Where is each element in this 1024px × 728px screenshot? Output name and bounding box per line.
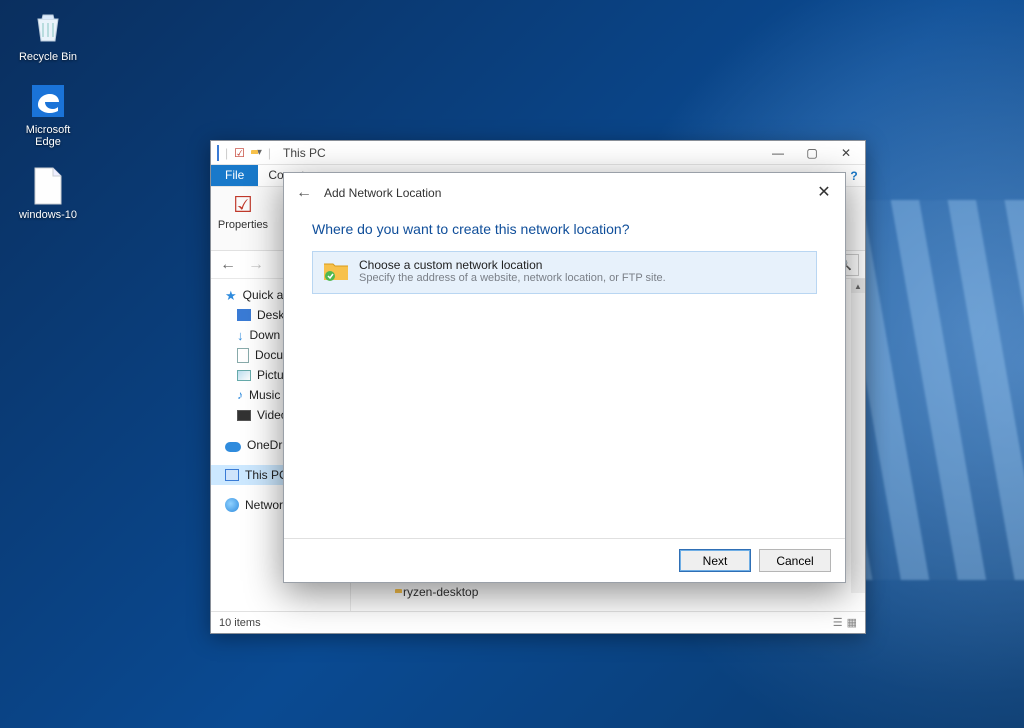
window-controls: — ▢ ✕ bbox=[761, 141, 863, 164]
details-view-icon[interactable]: ☰ bbox=[833, 616, 843, 629]
cancel-button[interactable]: Cancel bbox=[759, 549, 831, 572]
onedrive-icon bbox=[225, 442, 241, 452]
network-folder-icon bbox=[323, 258, 349, 287]
file-icon bbox=[28, 166, 68, 206]
maximize-button[interactable]: ▢ bbox=[795, 141, 829, 164]
quick-access-icon: ★ bbox=[225, 289, 237, 302]
option-custom-location[interactable]: Choose a custom network location Specify… bbox=[312, 251, 817, 294]
next-button[interactable]: Next bbox=[679, 549, 751, 572]
wallpaper-beam bbox=[844, 200, 1024, 580]
desktop-icon-label: Recycle Bin bbox=[19, 51, 77, 63]
add-network-location-dialog: ✕ ← Add Network Location Where do you wa… bbox=[283, 172, 846, 583]
list-item[interactable]: ryzen-desktop bbox=[371, 581, 845, 603]
properties-icon: ☑ bbox=[229, 191, 257, 219]
titlebar-qat: | ☑ ▾ | This PC bbox=[213, 146, 326, 160]
view-switcher: ☰ ▦ bbox=[833, 616, 857, 629]
explorer-titlebar[interactable]: | ☑ ▾ | This PC — ▢ ✕ bbox=[211, 141, 865, 165]
dialog-heading: Where do you want to create this network… bbox=[312, 221, 817, 237]
documents-icon bbox=[237, 348, 249, 363]
nav-label: Music bbox=[249, 388, 280, 402]
option-title: Choose a custom network location bbox=[359, 258, 666, 272]
pc-icon bbox=[217, 146, 219, 160]
desktop-icon-edge[interactable]: Microsoft Edge bbox=[12, 81, 84, 148]
dialog-back-button[interactable]: ← bbox=[296, 184, 312, 202]
this-pc-icon bbox=[225, 469, 239, 481]
nav-label: Quick a bbox=[243, 288, 284, 302]
pictures-icon bbox=[237, 370, 251, 381]
dialog-close-button[interactable]: ✕ bbox=[813, 181, 835, 203]
nav-forward-button[interactable]: → bbox=[245, 254, 267, 276]
desktop-icons: Recycle Bin Microsoft Edge windows-10 bbox=[12, 8, 84, 221]
large-icons-view-icon[interactable]: ▦ bbox=[847, 616, 857, 629]
edge-icon bbox=[28, 81, 68, 121]
nav-label: Down bbox=[250, 328, 281, 342]
ribbon-label: Properties bbox=[218, 219, 268, 231]
explorer-title: This PC bbox=[283, 146, 326, 160]
option-subtitle: Specify the address of a website, networ… bbox=[359, 272, 666, 284]
status-text: 10 items bbox=[219, 617, 261, 629]
minimize-button[interactable]: — bbox=[761, 141, 795, 164]
divider: | bbox=[268, 146, 271, 160]
desktop-icon-label: Microsoft Edge bbox=[12, 124, 84, 148]
videos-icon bbox=[237, 410, 251, 421]
desktop-icon-label: windows-10 bbox=[19, 209, 77, 221]
scroll-up-icon[interactable]: ▲ bbox=[851, 279, 865, 293]
nav-label: This PC bbox=[245, 468, 288, 482]
music-icon: ♪ bbox=[237, 388, 243, 402]
desktop-icon bbox=[237, 309, 251, 321]
explorer-statusbar: 10 items ☰ ▦ bbox=[211, 611, 865, 633]
dialog-buttons: Next Cancel bbox=[284, 538, 845, 582]
list-item-label: ryzen-desktop bbox=[403, 585, 478, 599]
help-icon[interactable]: ? bbox=[843, 165, 865, 186]
downloads-icon: ↓ bbox=[237, 328, 244, 343]
properties-qat-icon[interactable]: ☑ bbox=[234, 146, 245, 160]
scrollbar[interactable]: ▲ bbox=[851, 279, 865, 593]
recycle-bin-icon bbox=[28, 8, 68, 48]
close-button[interactable]: ✕ bbox=[829, 141, 863, 164]
ribbon-properties[interactable]: ☑ Properties bbox=[217, 191, 269, 231]
option-text: Choose a custom network location Specify… bbox=[359, 258, 666, 284]
dialog-header: ← Add Network Location bbox=[284, 173, 845, 213]
network-icon bbox=[225, 498, 239, 512]
divider: | bbox=[225, 146, 228, 160]
desktop-icon-recycle-bin[interactable]: Recycle Bin bbox=[12, 8, 84, 63]
nav-back-button[interactable]: ← bbox=[217, 254, 239, 276]
dialog-body: Where do you want to create this network… bbox=[284, 213, 845, 538]
nav-label: Networ bbox=[245, 498, 283, 512]
ribbon-tab-file[interactable]: File bbox=[211, 165, 258, 186]
desktop-icon-file[interactable]: windows-10 bbox=[12, 166, 84, 221]
dialog-title: Add Network Location bbox=[324, 186, 441, 200]
